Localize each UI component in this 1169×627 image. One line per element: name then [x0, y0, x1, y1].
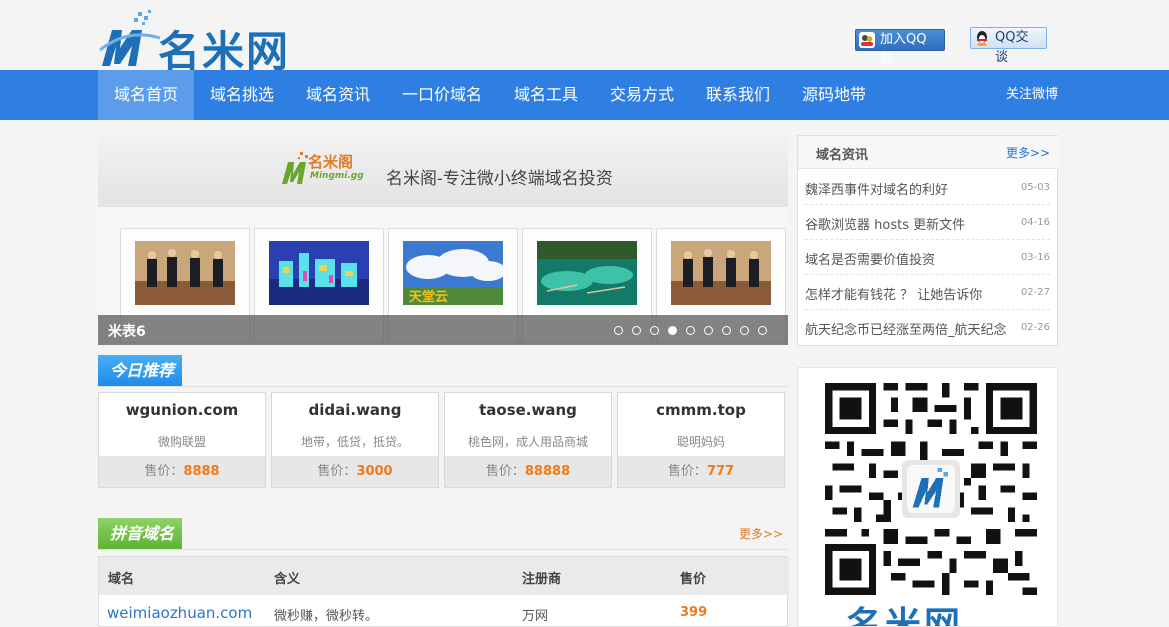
pinyin-table: 域名 含义 注册商 售价 weimiaozhuan.com 微秒赚，微秒转。 万…	[98, 556, 789, 627]
slide-dot-4[interactable]	[668, 326, 677, 335]
site-logo[interactable]: 名米网	[98, 8, 323, 76]
meeting-photo-icon	[671, 241, 771, 305]
news-more-link[interactable]: 更多>>	[1006, 144, 1050, 161]
follow-weibo-link[interactable]: 关注微博	[1006, 70, 1058, 120]
qq-penguin-icon	[974, 30, 990, 46]
news-item-title[interactable]: 航天纪念币已经涨至两倍_航天纪念	[805, 319, 1010, 338]
nav-item-trade-method[interactable]: 交易方式	[594, 70, 690, 120]
slide-dot-2[interactable]	[632, 326, 641, 335]
recommend-card[interactable]: didai.wang 地带，低贷，抵贷。 售价：3000	[271, 392, 439, 488]
banner-slogan: 名米阁-专注微小终端域名投资	[386, 169, 613, 189]
ice-castle-photo-icon	[269, 241, 369, 305]
slide-dot-6[interactable]	[704, 326, 713, 335]
slide-caption-bar: 米表6	[98, 315, 788, 345]
banner-slider[interactable]: 名米阁 Mingmi.gg 名米阁-专注微小终端域名投资 天堂云 米表6	[98, 135, 788, 345]
news-title: 域名资讯	[816, 148, 869, 163]
card-domain[interactable]: didai.wang	[272, 401, 438, 419]
card-domain[interactable]: wgunion.com	[99, 401, 265, 419]
news-header: 域名资讯 更多>>	[798, 136, 1059, 169]
banner-logo-subtext: Mingmi.gg	[310, 171, 364, 181]
slide-dot-9[interactable]	[758, 326, 767, 335]
svg-text:天堂云: 天堂云	[409, 289, 448, 305]
banner-header: 名米阁 Mingmi.gg 名米阁-专注微小终端域名投资	[98, 135, 788, 207]
news-item-title[interactable]: 魏泽西事件对域名的利好	[805, 179, 948, 198]
qr-code-icon	[825, 383, 1037, 595]
pinyin-more-link[interactable]: 更多>>	[739, 525, 783, 542]
column-header: 注册商	[522, 572, 562, 587]
news-item-date: 04-16	[1020, 217, 1050, 228]
nav-item-source-code[interactable]: 源码地带	[786, 70, 882, 120]
slide-dot-7[interactable]	[722, 326, 731, 335]
nav-item-domain-pick[interactable]: 域名挑选	[194, 70, 290, 120]
qq-group-icon	[859, 32, 875, 48]
news-panel: 域名资讯 更多>> 魏泽西事件对域名的利好 05-03 谷歌浏览器 hosts …	[797, 135, 1059, 346]
qq-chat-button[interactable]: QQ交谈	[970, 27, 1047, 65]
column-header: 域名	[108, 572, 135, 587]
slide-dot-8[interactable]	[740, 326, 749, 335]
nav-item-home[interactable]: 域名首页	[98, 70, 194, 120]
join-qq-group-button[interactable]: 加入QQ群	[855, 29, 945, 67]
nav-item-domain-news[interactable]: 域名资讯	[290, 70, 386, 120]
slide-caption: 米表6	[108, 324, 146, 340]
qr-caption: 名米网	[846, 605, 964, 627]
cloud-sky-photo-icon: 天堂云	[403, 241, 503, 305]
meeting-photo-icon	[135, 241, 235, 305]
header: 名米网 加入QQ群 QQ交谈	[0, 0, 1169, 76]
news-item[interactable]: 魏泽西事件对域名的利好 05-03	[805, 170, 1050, 205]
banner-logo-text: 名米阁	[308, 153, 354, 171]
nav-item-domain-tools[interactable]: 域名工具	[498, 70, 594, 120]
nav-item-contact[interactable]: 联系我们	[690, 70, 786, 120]
card-desc: 桃色网，成人用品商城	[467, 435, 588, 449]
news-item-date: 02-26	[1020, 322, 1050, 333]
card-desc: 地带，低贷，抵贷。	[300, 435, 409, 449]
row-price: 399	[680, 605, 708, 620]
news-item-title[interactable]: 域名是否需要价值投资	[805, 249, 935, 268]
pinyin-divider	[98, 549, 788, 550]
recommend-card[interactable]: wgunion.com 微购联盟 售价：8888	[98, 392, 266, 488]
recommend-card[interactable]: taose.wang 桃色网，成人用品商城 售价：88888	[444, 392, 612, 488]
card-desc: 微购联盟	[157, 435, 206, 449]
card-domain[interactable]: taose.wang	[445, 401, 611, 419]
slide-dot-5[interactable]	[686, 326, 695, 335]
card-price: 售价：8888	[99, 456, 265, 487]
recommend-divider	[98, 386, 788, 387]
slide-dot-3[interactable]	[650, 326, 659, 335]
news-item[interactable]: 域名是否需要价值投资 03-16	[805, 240, 1050, 275]
qr-panel: 名米网	[797, 367, 1058, 627]
card-desc: 聪明妈妈	[676, 435, 725, 449]
news-item-title[interactable]: 谷歌浏览器 hosts 更新文件	[805, 214, 965, 233]
card-domain[interactable]: cmmm.top	[618, 401, 784, 419]
column-header: 售价	[680, 572, 707, 587]
join-qq-group-label: 加入QQ群	[880, 32, 927, 67]
news-item[interactable]: 航天纪念币已经涨至两倍_航天纪念 02-26	[805, 310, 1050, 345]
table-header: 域名 含义 注册商 售价	[99, 557, 789, 595]
qq-chat-label: QQ交谈	[995, 30, 1029, 65]
recommend-section-title: 今日推荐	[98, 355, 198, 386]
slide-dot-1[interactable]	[614, 326, 623, 335]
nav-item-fixed-price[interactable]: 一口价域名	[386, 70, 498, 120]
recommend-card[interactable]: cmmm.top 聪明妈妈 售价：777	[617, 392, 785, 488]
main-nav: 域名首页 域名挑选 域名资讯 一口价域名 域名工具 交易方式 联系我们 源码地带…	[0, 70, 1169, 120]
row-domain-link[interactable]: weimiaozhuan.com	[107, 604, 252, 622]
row-registrar: 万网	[522, 609, 549, 624]
lake-photo-icon	[537, 241, 637, 305]
row-meaning: 微秒赚，微秒转。	[274, 609, 379, 624]
card-price: 售价：88888	[445, 456, 611, 487]
news-item-title[interactable]: 怎样才能有钱花 ？ 让她告诉你	[805, 284, 982, 303]
news-item-date: 02-27	[1020, 287, 1050, 298]
news-item[interactable]: 谷歌浏览器 hosts 更新文件 04-16	[805, 205, 1050, 240]
news-item-date: 03-16	[1020, 252, 1050, 263]
card-price: 售价：777	[618, 456, 784, 487]
card-price: 售价：3000	[272, 456, 438, 487]
news-item[interactable]: 怎样才能有钱花 ？ 让她告诉你 02-27	[805, 275, 1050, 310]
news-item-date: 05-03	[1020, 182, 1050, 193]
column-header: 含义	[274, 572, 301, 587]
pinyin-section-title: 拼音域名	[98, 518, 198, 549]
